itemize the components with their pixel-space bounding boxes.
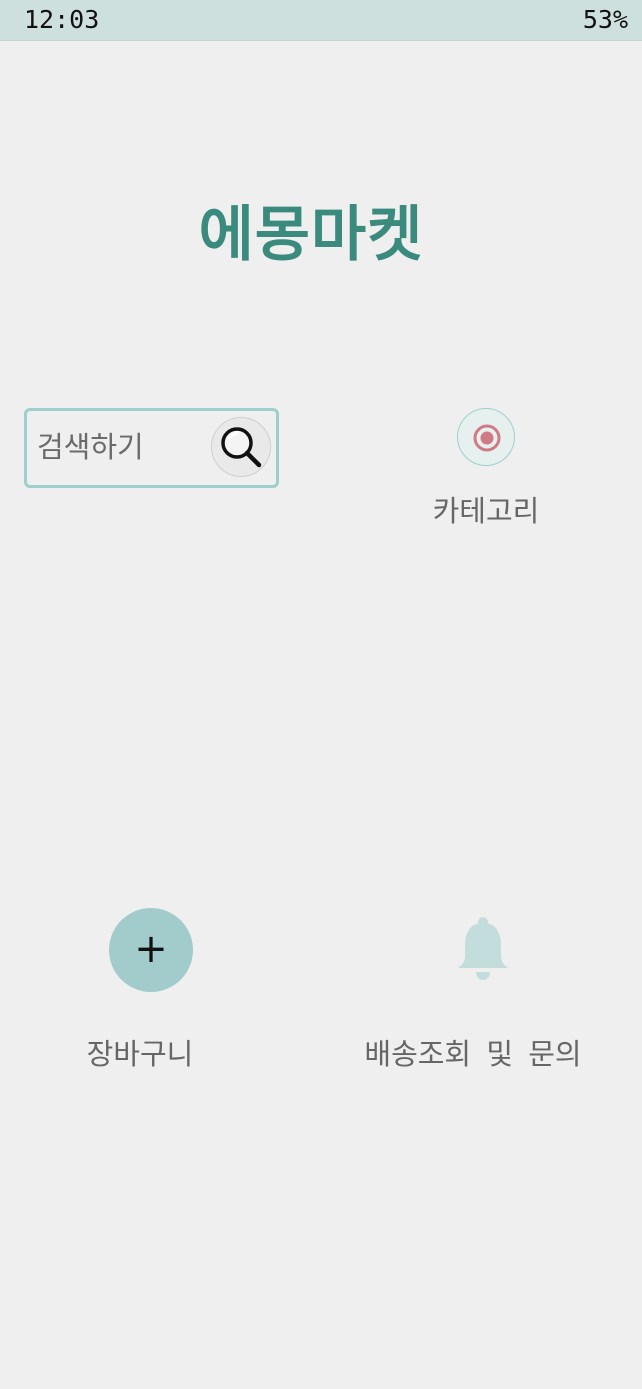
app-screen: 12:03 53% 에몽마켓 카테고리 + 장바구니 배송조회 및 문의	[0, 0, 642, 1389]
search-box	[24, 408, 279, 488]
app-title: 에몽마켓	[198, 200, 424, 270]
cart-label[interactable]: 장바구니	[60, 1031, 220, 1073]
status-time: 12:03	[24, 5, 100, 34]
battery-level: 53%	[582, 5, 628, 34]
category-button[interactable]	[457, 408, 515, 466]
delivery-button[interactable]	[453, 915, 513, 985]
radio-target-icon	[473, 424, 501, 452]
cart-button[interactable]: +	[109, 908, 193, 992]
search-input[interactable]	[37, 425, 202, 469]
plus-icon: +	[134, 926, 168, 972]
search-button[interactable]	[211, 417, 271, 477]
bell-icon	[458, 917, 508, 980]
category-label[interactable]: 카테고리	[406, 488, 566, 530]
delivery-label[interactable]: 배송조회 및 문의	[346, 1031, 600, 1073]
status-bar: 12:03 53%	[0, 0, 642, 41]
magnifier-icon	[221, 427, 262, 468]
